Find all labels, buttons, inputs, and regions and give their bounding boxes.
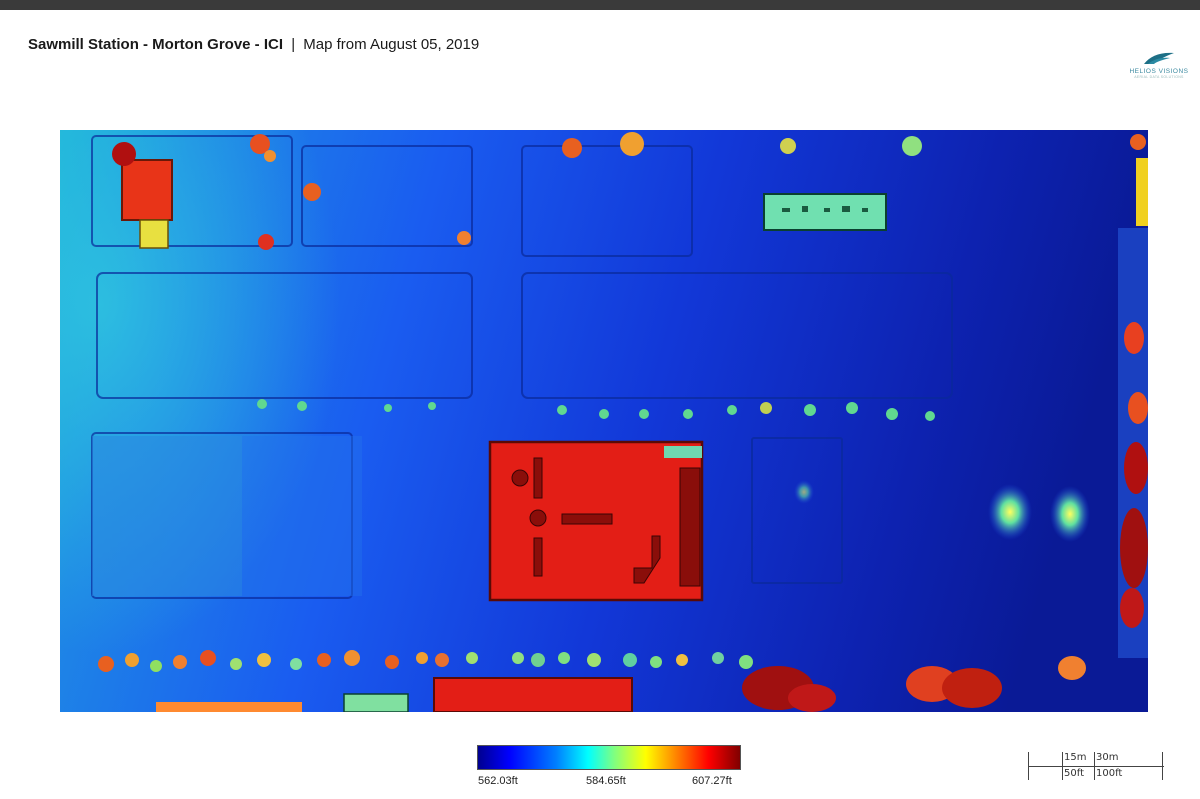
plaza-area-east	[242, 436, 362, 596]
scale-metric-2: 30m	[1096, 752, 1119, 763]
western-highground	[60, 130, 460, 712]
title-separator: |	[291, 36, 296, 53]
map-date: Map from August 05, 2019	[303, 36, 480, 53]
scale-imperial-2: 100ft	[1096, 768, 1123, 779]
wing-icon	[1144, 52, 1174, 64]
scale-tick-0	[1028, 752, 1029, 780]
elevation-map-canvas[interactable]	[52, 128, 1148, 712]
legend-max: 607.27ft	[692, 775, 732, 787]
main-building-green-edge	[664, 446, 702, 458]
legend-mid: 584.65ft	[586, 775, 626, 787]
annex-northwest	[139, 219, 169, 249]
scale-tick-2	[1094, 752, 1095, 780]
logo-name: HELIOS VISIONS	[1129, 68, 1189, 75]
scale-bar: 15m 30m 50ft 100ft	[1028, 752, 1168, 782]
building-south	[433, 677, 633, 712]
east-tree-strip	[1118, 228, 1148, 658]
tree-canopy	[112, 142, 136, 166]
plaza-area	[92, 436, 242, 596]
page-title: Sawmill Station - Morton Grove - ICI | M…	[28, 36, 479, 53]
hotspot-center	[794, 480, 814, 504]
scale-tick-1	[1062, 752, 1063, 780]
building-northwest	[121, 159, 173, 221]
elevation-color-scale	[477, 745, 741, 770]
legend-min: 562.03ft	[478, 775, 518, 787]
scale-imperial-1: 50ft	[1064, 768, 1084, 779]
building-south-green	[343, 693, 409, 712]
hotspot-east-2	[1050, 486, 1090, 542]
structure-east	[1136, 158, 1148, 226]
scale-metric-1: 15m	[1064, 752, 1087, 763]
scale-line	[1028, 766, 1164, 767]
building-southwest	[156, 702, 302, 712]
logo-tagline: AERIAL DATA SOLUTIONS	[1134, 75, 1184, 79]
brand-logo: HELIOS VISIONS AERIAL DATA SOLUTIONS	[1126, 50, 1192, 84]
site-name: Sawmill Station - Morton Grove - ICI	[28, 36, 284, 53]
scale-tick-3	[1162, 752, 1163, 780]
hotspot-east-1	[988, 484, 1032, 540]
top-bar	[0, 0, 1200, 10]
elevation-map[interactable]	[52, 128, 1148, 712]
